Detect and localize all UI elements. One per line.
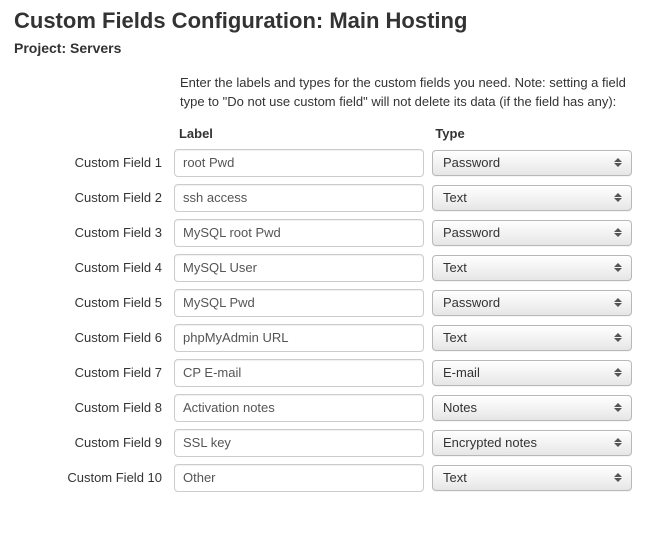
row-label: Custom Field 6 [14, 330, 174, 345]
custom-field-row: Custom Field 3 Password [14, 219, 636, 247]
label-input[interactable] [174, 219, 424, 247]
custom-field-row: Custom Field 1 Password [14, 149, 636, 177]
type-select[interactable]: Password [432, 150, 632, 176]
column-header-type: Type [429, 126, 636, 141]
type-select[interactable]: Notes [432, 395, 632, 421]
type-select[interactable]: Text [432, 465, 632, 491]
row-label: Custom Field 8 [14, 400, 174, 415]
type-select-value: Text [443, 260, 467, 275]
label-input[interactable] [174, 254, 424, 282]
type-select-value: Encrypted notes [443, 435, 537, 450]
type-select[interactable]: Encrypted notes [432, 430, 632, 456]
label-input[interactable] [174, 289, 424, 317]
row-label: Custom Field 1 [14, 155, 174, 170]
type-select[interactable]: E-mail [432, 360, 632, 386]
label-input[interactable] [174, 149, 424, 177]
custom-field-row: Custom Field 2 Text [14, 184, 636, 212]
type-select-value: Text [443, 330, 467, 345]
type-select-value: Password [443, 155, 500, 170]
custom-field-row: Custom Field 10 Text [14, 464, 636, 492]
row-label: Custom Field 3 [14, 225, 174, 240]
column-headers: Label Type [14, 126, 636, 141]
page-title: Custom Fields Configuration: Main Hostin… [14, 8, 636, 34]
custom-field-row: Custom Field 4 Text [14, 254, 636, 282]
type-select[interactable]: Password [432, 220, 632, 246]
row-label: Custom Field 9 [14, 435, 174, 450]
type-select-value: Password [443, 225, 500, 240]
intro-text: Enter the labels and types for the custo… [180, 74, 636, 112]
label-input[interactable] [174, 324, 424, 352]
type-select[interactable]: Text [432, 185, 632, 211]
type-select-value: Text [443, 470, 467, 485]
type-select[interactable]: Text [432, 255, 632, 281]
type-select-value: Password [443, 295, 500, 310]
row-label: Custom Field 7 [14, 365, 174, 380]
custom-field-row: Custom Field 9 Encrypted notes [14, 429, 636, 457]
label-input[interactable] [174, 184, 424, 212]
project-subtitle: Project: Servers [14, 40, 636, 56]
label-input[interactable] [174, 359, 424, 387]
row-label: Custom Field 10 [14, 470, 174, 485]
label-input[interactable] [174, 464, 424, 492]
label-input[interactable] [174, 394, 424, 422]
column-header-label: Label [173, 126, 429, 141]
type-select-value: Text [443, 190, 467, 205]
custom-field-row: Custom Field 5 Password [14, 289, 636, 317]
row-label: Custom Field 2 [14, 190, 174, 205]
custom-field-row: Custom Field 8 Notes [14, 394, 636, 422]
type-select[interactable]: Password [432, 290, 632, 316]
type-select-value: Notes [443, 400, 477, 415]
type-select-value: E-mail [443, 365, 480, 380]
custom-field-row: Custom Field 7 E-mail [14, 359, 636, 387]
type-select[interactable]: Text [432, 325, 632, 351]
custom-field-row: Custom Field 6 Text [14, 324, 636, 352]
row-label: Custom Field 4 [14, 260, 174, 275]
label-input[interactable] [174, 429, 424, 457]
row-label: Custom Field 5 [14, 295, 174, 310]
